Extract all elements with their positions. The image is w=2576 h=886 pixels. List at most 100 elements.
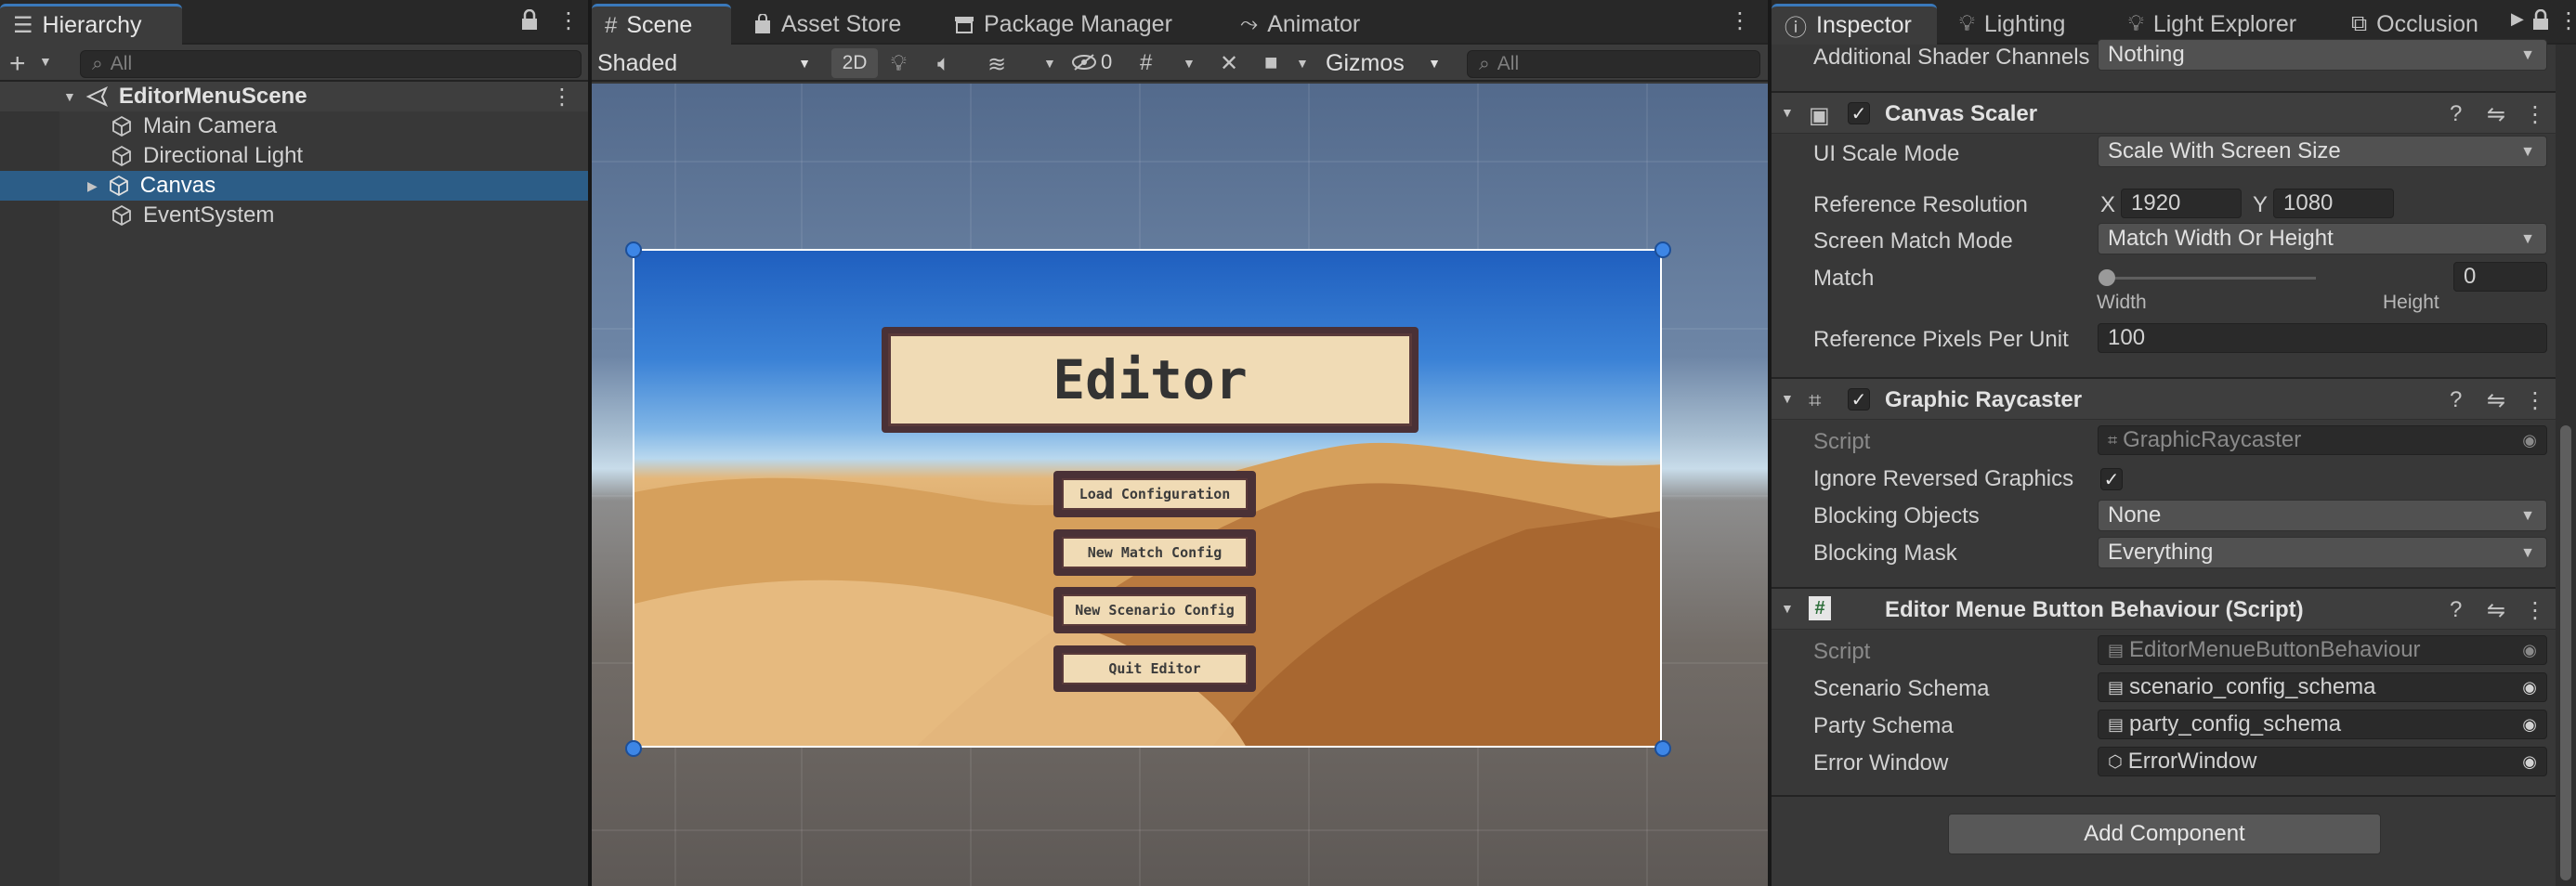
presets-icon[interactable]: ⇋ (2487, 387, 2505, 414)
lock-icon[interactable] (520, 9, 539, 32)
object-picker-icon[interactable]: ◉ (2522, 715, 2537, 735)
ui-scale-mode-value: Scale With Screen Size (2108, 138, 2341, 163)
help-icon[interactable]: ? (2450, 597, 2462, 623)
tab-inspector[interactable]: ⓘ Inspector (1772, 4, 1937, 45)
resolution-y-input[interactable]: 1080 (2273, 189, 2394, 218)
scene-viewport[interactable]: Editor Load Configuration New Match Conf… (592, 84, 1768, 886)
eye-slash-icon (1071, 53, 1097, 72)
foldout-arrow-icon[interactable]: ▼ (1781, 105, 1794, 120)
camera-icon[interactable]: ■ (1264, 50, 1278, 76)
audio-icon[interactable]: 🔈︎ (937, 51, 950, 77)
foldout-arrow-icon[interactable]: ▼ (1781, 391, 1794, 406)
reference-ppu-input[interactable]: 100 (2098, 323, 2547, 353)
chevron-down-icon: ▼ (2520, 508, 2535, 524)
behaviour-script-label: Script (1813, 639, 1871, 664)
help-icon[interactable]: ? (2450, 101, 2462, 127)
tools-icon[interactable]: ✕ (1220, 50, 1238, 77)
more-options-icon[interactable]: ⋮ (2557, 7, 2576, 34)
match-value-input[interactable]: 0 (2453, 262, 2547, 292)
expand-arrow-icon[interactable]: ▶ (87, 178, 98, 194)
ignore-reversed-checkbox[interactable]: ✓ (2100, 468, 2123, 490)
canvas-scaler-enabled-checkbox[interactable]: ✓ (1848, 102, 1870, 124)
help-icon[interactable]: ? (2450, 387, 2462, 413)
scene-toolbar: Shaded ▼ 2D 💡︎ 🔈︎ ≋ ▼ 0 # ▼ ✕ ■ ▼ Gizmos… (592, 45, 1768, 82)
match-slider-thumb[interactable] (2099, 269, 2115, 286)
component-menu-icon[interactable]: ⋮ (2524, 101, 2546, 128)
effects-layers-icon[interactable]: ≋ (987, 51, 1006, 78)
tabs-overflow-arrow-icon[interactable]: ▶ (2511, 9, 2524, 29)
new-match-config-button[interactable]: New Match Config (1053, 529, 1256, 576)
scene-more-icon[interactable]: ⋮ (551, 84, 573, 111)
party-schema-field[interactable]: ▤ party_config_schema ◉ (2098, 710, 2547, 739)
lightbulb-icon[interactable]: 💡︎ (891, 51, 907, 77)
more-options-icon[interactable]: ⋮ (1729, 7, 1751, 34)
match-slider-track[interactable] (2106, 277, 2316, 280)
presets-icon[interactable]: ⇋ (2487, 101, 2505, 128)
chevron-down-icon[interactable]: ▼ (1183, 56, 1196, 71)
tab-hierarchy[interactable]: ☰ Hierarchy (0, 4, 182, 45)
graphic-raycaster-header[interactable]: ▼ ⌗ ✓ Graphic Raycaster ? ⇋ ⋮ (1772, 377, 2556, 420)
list-item-selected[interactable]: ▶ Canvas (0, 171, 588, 201)
tab-animator[interactable]: ⤳ Animator (1227, 4, 1373, 45)
foldout-arrow-icon[interactable]: ▼ (1781, 601, 1794, 616)
rect-handle-top-left[interactable] (625, 241, 642, 258)
list-item[interactable]: Main Camera (0, 111, 588, 141)
grid-snap-icon[interactable]: # (1140, 50, 1152, 76)
rect-handle-bottom-right[interactable] (1654, 740, 1671, 757)
presets-icon[interactable]: ⇋ (2487, 597, 2505, 624)
add-icon[interactable]: + (9, 48, 26, 80)
scenario-schema-label: Scenario Schema (1813, 676, 1990, 701)
rect-handle-top-right[interactable] (1654, 241, 1671, 258)
canvas-scaler-header[interactable]: ▼ ▣ ✓ Canvas Scaler ? ⇋ ⋮ (1772, 91, 2556, 134)
inspector-scrollbar[interactable] (2556, 45, 2576, 886)
match-label: Match (1813, 266, 1875, 291)
gizmos-dropdown[interactable]: Gizmos ▼ (1326, 48, 1446, 78)
object-picker-icon[interactable]: ◉ (2522, 678, 2537, 697)
chevron-down-icon[interactable]: ▼ (1296, 56, 1309, 71)
tab-package-manager[interactable]: Package Manager (941, 4, 1185, 45)
resolution-x-input[interactable]: 1920 (2121, 189, 2242, 218)
additional-shader-channels-dropdown[interactable]: Nothing ▼ (2098, 39, 2547, 71)
more-options-icon[interactable]: ⋮ (557, 7, 580, 34)
tab-scene[interactable]: # Scene (592, 4, 731, 45)
list-item[interactable]: Directional Light (0, 141, 588, 171)
load-configuration-button[interactable]: Load Configuration (1053, 471, 1256, 517)
tab-asset-store[interactable]: Asset Store (740, 4, 914, 45)
hierarchy-toolbar: + ▼ ⌕ All (0, 45, 588, 82)
blocking-mask-dropdown[interactable]: Everything ▼ (2098, 537, 2547, 568)
blocking-mask-value: Everything (2108, 540, 2214, 565)
rect-handle-bottom-left[interactable] (625, 740, 642, 757)
tab-lighting[interactable]: 💡︎ Lighting (1946, 4, 2078, 45)
screen-match-mode-dropdown[interactable]: Match Width Or Height ▼ (2098, 223, 2547, 254)
list-item[interactable]: EventSystem (0, 201, 588, 230)
component-menu-icon[interactable]: ⋮ (2524, 387, 2546, 414)
button-behaviour-header[interactable]: ▼ # Editor Menue Button Behaviour (Scrip… (1772, 587, 2556, 630)
inspector-scrollbar-thumb[interactable] (2560, 425, 2571, 880)
ui-scale-mode-dropdown[interactable]: Scale With Screen Size ▼ (2098, 136, 2547, 167)
new-scenario-config-button[interactable]: New Scenario Config (1053, 587, 1256, 633)
scenario-schema-value: scenario_config_schema (2129, 674, 2376, 699)
expand-arrow-icon[interactable]: ▼ (63, 89, 76, 104)
scene-root-row[interactable]: ▼ EditorMenuScene ⋮ (0, 82, 588, 111)
canvas-rect[interactable]: Editor Load Configuration New Match Conf… (633, 249, 1662, 748)
chevron-down-icon[interactable]: ▼ (1043, 56, 1056, 71)
error-window-field[interactable]: ⬡ ErrorWindow ◉ (2098, 747, 2547, 776)
search-icon: ⌕ (92, 53, 103, 74)
object-picker-icon[interactable]: ◉ (2522, 752, 2537, 772)
blocking-objects-dropdown[interactable]: None ▼ (2098, 500, 2547, 531)
toggle-2d-button[interactable]: 2D (831, 48, 878, 78)
chevron-down-icon[interactable]: ▼ (39, 54, 52, 69)
shading-mode-dropdown[interactable]: Shaded ▼ (597, 48, 820, 78)
hidden-objects-toggle[interactable]: 0 (1071, 50, 1112, 74)
quit-editor-button[interactable]: Quit Editor (1053, 645, 1256, 692)
graphic-raycaster-enabled-checkbox[interactable]: ✓ (1848, 388, 1870, 410)
raycaster-script-label: Script (1813, 429, 1871, 454)
add-component-button[interactable]: Add Component (1948, 814, 2381, 854)
chevron-down-icon: ▼ (1428, 56, 1441, 71)
lock-icon[interactable] (2531, 9, 2550, 32)
component-menu-icon[interactable]: ⋮ (2524, 597, 2546, 624)
lightbulb-icon: 💡︎ (2128, 11, 2144, 36)
scenario-schema-field[interactable]: ▤ scenario_config_schema ◉ (2098, 672, 2547, 702)
hierarchy-search-input[interactable]: ⌕ All (80, 50, 582, 78)
scene-search-input[interactable]: ⌕ All (1467, 50, 1760, 78)
